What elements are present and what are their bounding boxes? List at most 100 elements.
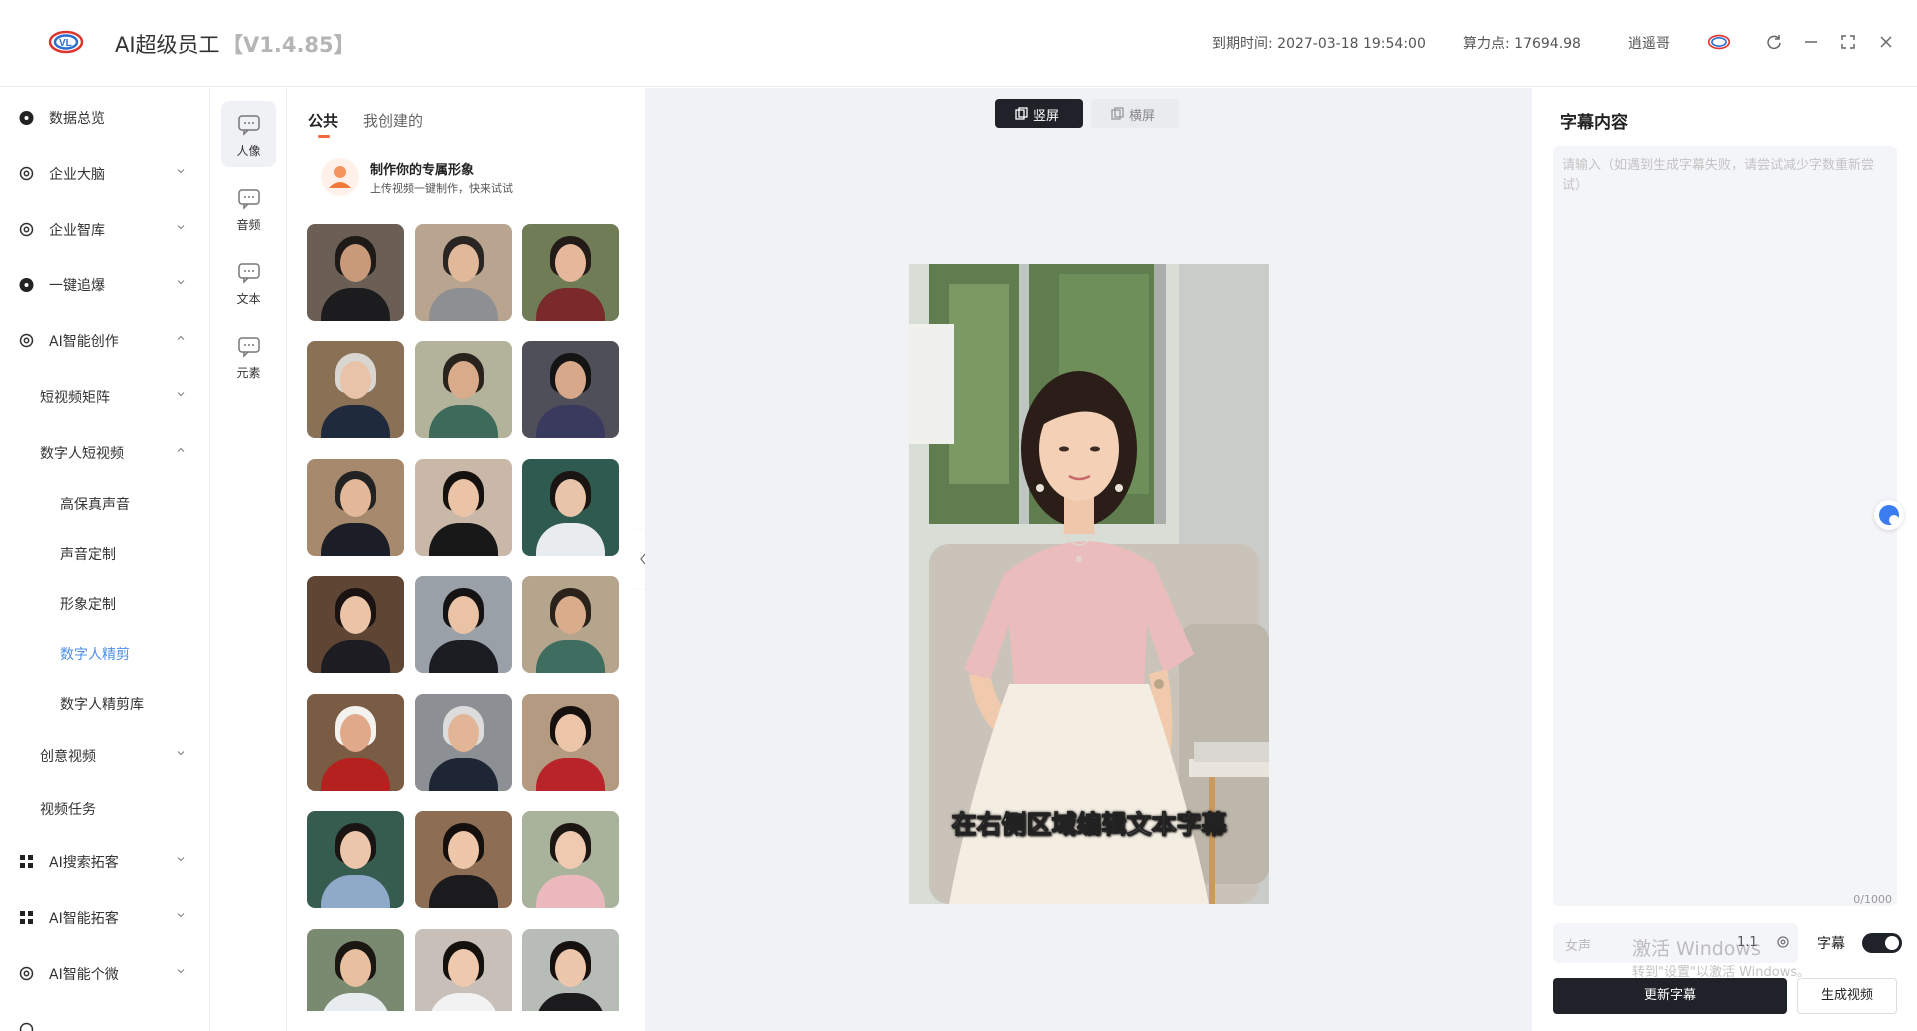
sidebar-item-label: 短视频矩阵: [40, 390, 110, 406]
sidebar-item-avatar-custom[interactable]: 形象定制: [0, 586, 209, 620]
avatar-thumbnail[interactable]: [307, 929, 404, 1011]
chevron-down-icon: [177, 280, 185, 285]
chat-bubble-icon: [238, 189, 260, 210]
category-portrait[interactable]: 人像: [221, 101, 276, 167]
category-audio[interactable]: 音频: [221, 175, 276, 241]
grid-icon: [20, 911, 33, 924]
gear-icon: [19, 1022, 34, 1031]
chevron-up-icon: [177, 447, 185, 452]
update-subtitle-button[interactable]: 更新字幕: [1553, 978, 1787, 1014]
sidebar-item-digital-human-edit-library[interactable]: 数字人精剪库: [0, 686, 209, 720]
sidebar-item-label: AI智能个微: [49, 967, 119, 983]
sidebar-item-label: 创意视频: [40, 749, 96, 765]
avatar-thumbnail[interactable]: [522, 341, 619, 438]
person-upload-icon: [321, 158, 359, 196]
avatar-thumbnail[interactable]: [522, 694, 619, 791]
category-elements[interactable]: 元素: [221, 323, 276, 389]
avatar-thumbnail[interactable]: [415, 459, 512, 556]
fullscreen-icon[interactable]: [1838, 32, 1858, 52]
sidebar-item-label: 企业智库: [49, 223, 105, 239]
settings-icon[interactable]: [1776, 935, 1790, 949]
sidebar-item-data-overview[interactable]: 数据总览: [0, 100, 209, 134]
create-custom-avatar-card[interactable]: 制作你的专属形象 上传视频一键制作，快来试试: [318, 153, 618, 203]
avatar-thumbnail[interactable]: [522, 811, 619, 908]
minimize-icon[interactable]: [1801, 32, 1821, 52]
material-category-column: 人像 音频 文本 元素: [211, 88, 287, 1031]
avatar-thumbnail[interactable]: [307, 341, 404, 438]
user-avatar-logo-icon[interactable]: [1707, 33, 1731, 51]
avatar-thumbnail[interactable]: [307, 459, 404, 556]
compute-points-label: 算力点: 17694.98: [1463, 36, 1581, 52]
avatar-thumbnail[interactable]: [522, 459, 619, 556]
subtitle-toggle[interactable]: [1862, 933, 1902, 953]
close-icon[interactable]: [1876, 32, 1896, 52]
sidebar-item-ai-search-leads[interactable]: AI搜索拓客: [0, 844, 209, 878]
chevron-up-icon: [177, 335, 185, 340]
avatar-thumbnail[interactable]: [415, 576, 512, 673]
dashboard-icon: [19, 111, 34, 125]
avatar-thumbnail[interactable]: [307, 224, 404, 321]
app-version: 【V1.4.85】: [222, 33, 355, 57]
char-counter: 0/1000: [1853, 893, 1892, 906]
avatar-thumbnail[interactable]: [522, 576, 619, 673]
sidebar-item-hifi-voice[interactable]: 高保真声音: [0, 486, 209, 520]
sidebar-item-label: 数字人精剪: [60, 647, 130, 663]
chevron-down-icon: [177, 751, 185, 756]
video-preview[interactable]: 在右侧区域编辑文本字幕: [909, 264, 1269, 904]
sidebar-item-one-click-trend[interactable]: 一键追爆: [0, 267, 209, 301]
sidebar-item-label: AI搜索拓客: [49, 855, 119, 871]
toggle-knob: [1885, 936, 1899, 950]
sidebar-item-video-tasks[interactable]: 视频任务: [0, 791, 209, 825]
custom-avatar-subtitle: 上传视频一键制作，快来试试: [370, 182, 513, 195]
avatar-thumbnail[interactable]: [522, 224, 619, 321]
portrait-button[interactable]: 竖屏: [995, 99, 1083, 128]
app-window: VL AI超级员工 【V1.4.85】 到期时间: 2027-03-18 19:…: [0, 0, 1917, 1031]
avatar-thumbnail[interactable]: [415, 811, 512, 908]
gear-icon: [19, 966, 34, 981]
sidebar-item-creative-video[interactable]: 创意视频: [0, 738, 209, 772]
landscape-button[interactable]: 横屏: [1091, 99, 1179, 128]
avatar-thumbnail[interactable]: [307, 576, 404, 673]
subtitle-panel-title: 字幕内容: [1560, 113, 1628, 133]
sidebar-item-digital-human-video[interactable]: 数字人短视频: [0, 435, 209, 469]
landscape-icon: [1111, 107, 1124, 120]
chevron-down-icon: [177, 169, 185, 174]
orientation-toggle: 竖屏 横屏: [995, 99, 1179, 129]
username-label[interactable]: 逍遥哥: [1628, 33, 1670, 53]
preview-canvas: 竖屏 横屏 在右侧区域编辑文本字幕: [645, 88, 1532, 1031]
sidebar-item-voice-custom[interactable]: 声音定制: [0, 536, 209, 570]
tab-public[interactable]: 公共: [308, 110, 338, 131]
title-bar: VL AI超级员工 【V1.4.85】 到期时间: 2027-03-18 19:…: [0, 0, 1917, 87]
sidebar-item-enterprise-library[interactable]: 企业智库: [0, 212, 209, 246]
subtitle-toggle-label: 字幕: [1817, 936, 1845, 952]
category-text[interactable]: 文本: [221, 249, 276, 315]
sidebar-item-label: 数字人精剪库: [60, 697, 144, 713]
sidebar-item-label: 视频任务: [40, 802, 96, 818]
category-label: 文本: [236, 292, 261, 306]
subtitle-textarea[interactable]: [1553, 146, 1897, 906]
floating-assistant-button[interactable]: [1874, 500, 1904, 530]
avatar-thumbnail[interactable]: [415, 694, 512, 791]
sidebar-item-ai-personal-wechat[interactable]: AI智能个微: [0, 956, 209, 990]
category-label: 人像: [236, 144, 261, 158]
subtitle-panel: 字幕内容 0/1000 女声 1.1 字幕 更新字幕 生成视频 激活 Windo…: [1533, 88, 1917, 1031]
chevron-down-icon: [177, 225, 185, 230]
avatar-thumbnail[interactable]: [415, 341, 512, 438]
avatar-thumbnail[interactable]: [307, 811, 404, 908]
sidebar-item-partial[interactable]: [0, 1012, 209, 1031]
sidebar-item-ai-smart-leads[interactable]: AI智能拓客: [0, 900, 209, 934]
generate-video-button[interactable]: 生成视频: [1797, 978, 1897, 1014]
avatar-thumbnail[interactable]: [415, 224, 512, 321]
sidebar-item-ai-creation[interactable]: AI智能创作: [0, 323, 209, 357]
chevron-down-icon: [177, 857, 185, 862]
avatar-thumbnail[interactable]: [522, 929, 619, 1011]
category-label: 音频: [236, 218, 261, 232]
chevron-down-icon: [177, 392, 185, 397]
avatar-thumbnail[interactable]: [415, 929, 512, 1011]
tab-my-created[interactable]: 我创建的: [363, 110, 423, 131]
avatar-thumbnail[interactable]: [307, 694, 404, 791]
sidebar-item-enterprise-brain[interactable]: 企业大脑: [0, 156, 209, 190]
sidebar-item-digital-human-edit[interactable]: 数字人精剪: [0, 636, 209, 670]
refresh-icon[interactable]: [1764, 32, 1784, 52]
sidebar-item-short-video-matrix[interactable]: 短视频矩阵: [0, 379, 209, 413]
